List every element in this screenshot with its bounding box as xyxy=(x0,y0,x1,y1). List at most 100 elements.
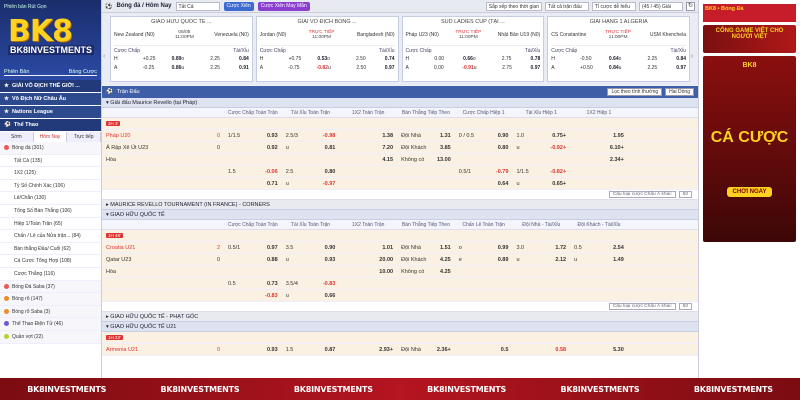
league-header[interactable]: ▸ MAURICE REVELLO TOURNAMENT (IN FRANCE)… xyxy=(102,200,698,210)
sort-mode-select[interactable]: Lọc theo tính thường xyxy=(607,88,663,96)
odds-button[interactable]: 2.34+ xyxy=(610,157,624,163)
odds-button[interactable]: 0.64 xyxy=(609,56,619,62)
sidebar-sport-saba-basketball[interactable]: Bóng rổ Saba (3) xyxy=(0,305,101,319)
odds-button[interactable]: 0.90 xyxy=(325,245,336,251)
odds-button[interactable]: 0.87 xyxy=(325,347,336,353)
odds-button[interactable]: 0.78 xyxy=(531,56,541,62)
short-version-label[interactable]: Phiên bản Rút Gọn xyxy=(4,4,97,10)
tab-live[interactable]: Trực tiếp xyxy=(67,132,101,142)
sidebar-section-euro-women[interactable]: ★ Vô Địch Nữ Châu Âu xyxy=(0,93,101,106)
odds-button[interactable]: 0.80 xyxy=(325,169,336,175)
sidebar-item[interactable]: Chấn / Lẻ của Nửa trận... (84) xyxy=(0,230,101,243)
odds-button[interactable]: 2.12 xyxy=(555,257,566,263)
odds-button[interactable]: 0.91 xyxy=(239,65,249,71)
sidebar-item[interactable]: Lẻ/Chẵn (130) xyxy=(0,192,101,205)
odds-button[interactable]: 3.85 xyxy=(440,145,451,151)
odds-button[interactable]: 0.97 xyxy=(385,65,395,71)
odds-button[interactable]: 0.89 xyxy=(172,56,182,62)
featured-match-card[interactable]: GIAO HỮU QUỐC TẾ ... New Zealand (N0) 06/… xyxy=(110,16,253,82)
sidebar-item[interactable]: Cá Cược Tổng Hợp (108) xyxy=(0,255,101,268)
promo-tall-banner[interactable]: BK8 CÁ CƯỢC CHƠI NGAY xyxy=(703,56,796,242)
sidebar-item[interactable]: Hiệp 1/Toàn Trận (65) xyxy=(0,218,101,231)
sidebar-item[interactable]: Tất Cả (135) xyxy=(0,155,101,168)
odds-button[interactable]: 0.93 xyxy=(267,133,278,139)
bet-table-toggle[interactable]: Bảng Cược xyxy=(69,69,97,75)
sidebar-item-football[interactable]: Bóng đá (301) xyxy=(0,142,101,155)
promo-banner[interactable]: CỔNG GAME VIỆT CHO NGƯỜI VIỆT xyxy=(703,25,796,53)
bet-count-badge[interactable]: 50 xyxy=(678,303,692,310)
odds-button[interactable]: 0.86 xyxy=(172,65,182,71)
sidebar-section-sports[interactable]: ⚽ Thể Thao xyxy=(0,119,101,132)
odds-button[interactable]: 0.80 xyxy=(498,145,509,151)
version-toggle[interactable]: Phiên Bản xyxy=(4,69,29,75)
chevron-left-icon[interactable]: ‹ xyxy=(103,53,109,63)
market-select[interactable]: Tất Cả xyxy=(175,1,220,11)
odds-button[interactable]: 0.75+ xyxy=(552,133,566,139)
odds-button[interactable]: 0.93 xyxy=(325,257,336,263)
odds-button[interactable]: 0.97 xyxy=(676,65,686,71)
sidebar-sport-saba-football[interactable]: Bóng Đá Saba (37) xyxy=(0,280,101,294)
odds-button[interactable]: -0.82 xyxy=(317,65,328,71)
sidebar-sport-basketball[interactable]: Bóng rổ (147) xyxy=(0,293,101,306)
odds-button[interactable]: 0.89 xyxy=(498,257,509,263)
odds-button[interactable]: 0.66 xyxy=(325,293,336,299)
odds-button[interactable]: 1.95 xyxy=(613,133,624,139)
odds-button[interactable]: 0.74 xyxy=(385,56,395,62)
odds-button[interactable]: 0.93 xyxy=(267,347,278,353)
league-header[interactable]: ▸ GIAO HỮU QUỐC TẾ - PHẠT GÓC xyxy=(102,312,698,322)
odds-button[interactable]: 0.81 xyxy=(325,145,336,151)
sidebar-sport-esports[interactable]: Thể Thao Điện Tử (46) xyxy=(0,318,101,331)
odds-button[interactable]: 0.66 xyxy=(463,56,473,62)
refresh-icon[interactable]: ↻ xyxy=(686,1,695,11)
league-header[interactable]: ▾ Giải đấu Maurice Revello (tại Pháp) xyxy=(102,98,698,108)
odds-button[interactable]: 1.38 xyxy=(382,133,393,139)
featured-match-card[interactable]: GIẢI HẠNG 1 ALGERIA CS Constantine TRỰC T… xyxy=(547,16,690,82)
sidebar-sport-tennis[interactable]: Quần vợt (22) xyxy=(0,330,101,344)
odds-button[interactable]: 5.30 xyxy=(613,347,624,353)
sidebar-section-world-cup[interactable]: ★ GIẢI VÔ ĐỊCH THẾ GIỚI ... xyxy=(0,80,101,93)
odds-button[interactable]: 0.84 xyxy=(239,56,249,62)
odds-button[interactable]: 2.54 xyxy=(613,245,624,251)
row-mode-select[interactable]: Hai Dòng xyxy=(665,88,694,96)
odds-button[interactable]: -0.98 xyxy=(323,133,336,139)
odds-button[interactable]: 4.15 xyxy=(382,157,393,163)
odds-button[interactable]: 0.88 xyxy=(267,257,278,263)
odds-button[interactable]: 4.25 xyxy=(440,257,451,263)
odds-button[interactable]: 20.00 xyxy=(379,257,393,263)
parlay-button[interactable]: Cược Xiên xyxy=(223,1,254,11)
odds-button[interactable]: 0.97 xyxy=(531,65,541,71)
chevron-right-icon[interactable]: › xyxy=(691,53,697,63)
odds-button[interactable]: 0.73 xyxy=(267,281,278,287)
odds-button[interactable]: 0.58 xyxy=(555,347,566,353)
tab-early[interactable]: Sớm xyxy=(0,132,34,142)
odds-button[interactable]: 7.20 xyxy=(382,145,393,151)
odds-button[interactable]: -0.06 xyxy=(265,169,278,175)
odds-button[interactable]: 6.10+ xyxy=(610,145,624,151)
odds-button[interactable]: 0.53 xyxy=(317,56,327,62)
play-now-button[interactable]: CHƠI NGAY xyxy=(726,187,773,197)
odds-button[interactable]: 0.65+ xyxy=(552,181,566,187)
sidebar-item[interactable]: Cược Thắng (116) xyxy=(0,268,101,281)
promo-banner[interactable]: BK8 • Bóng Đá xyxy=(703,4,796,22)
lucky-parlay-button[interactable]: Cược Xiên May Mắn xyxy=(257,1,310,11)
odds-button[interactable]: 0.71 xyxy=(267,181,278,187)
odds-button[interactable]: -0.97 xyxy=(323,181,336,187)
odds-button[interactable]: 0.5 xyxy=(501,347,509,353)
odds-button[interactable]: 0.97 xyxy=(267,245,278,251)
sidebar-item[interactable]: Tỷ Số Chính Xác (106) xyxy=(0,180,101,193)
tab-today[interactable]: Hôm Nay xyxy=(33,132,68,142)
odds-button[interactable]: -0.92+ xyxy=(550,145,566,151)
bet-count-badge[interactable]: 50 xyxy=(678,191,692,198)
odds-button[interactable]: 1.72 xyxy=(555,245,566,251)
odds-button[interactable]: 10.00 xyxy=(379,269,393,275)
sort-select[interactable]: Sắp xếp theo thời gian xyxy=(485,1,542,11)
odds-button[interactable]: 0.90 xyxy=(498,133,509,139)
more-asian-bets-select[interactable]: Cấu loại cược Chấu Á khác xyxy=(608,191,676,198)
featured-match-card[interactable]: GIẢI VÔ ĐỊCH BÓNG ... Jordan (N0) TRỰC TI… xyxy=(255,16,399,82)
league-header[interactable]: ▾ GIAO HỮU QUỐC TẾ xyxy=(102,210,698,220)
odds-button[interactable]: 1.49 xyxy=(613,257,624,263)
sidebar-section-nations-league[interactable]: ★ Nations League xyxy=(0,106,101,119)
odds-button[interactable]: 0.84 xyxy=(609,65,619,71)
odds-button[interactable]: 2.93+ xyxy=(379,347,393,353)
odds-button[interactable]: 0.64 xyxy=(498,181,509,187)
